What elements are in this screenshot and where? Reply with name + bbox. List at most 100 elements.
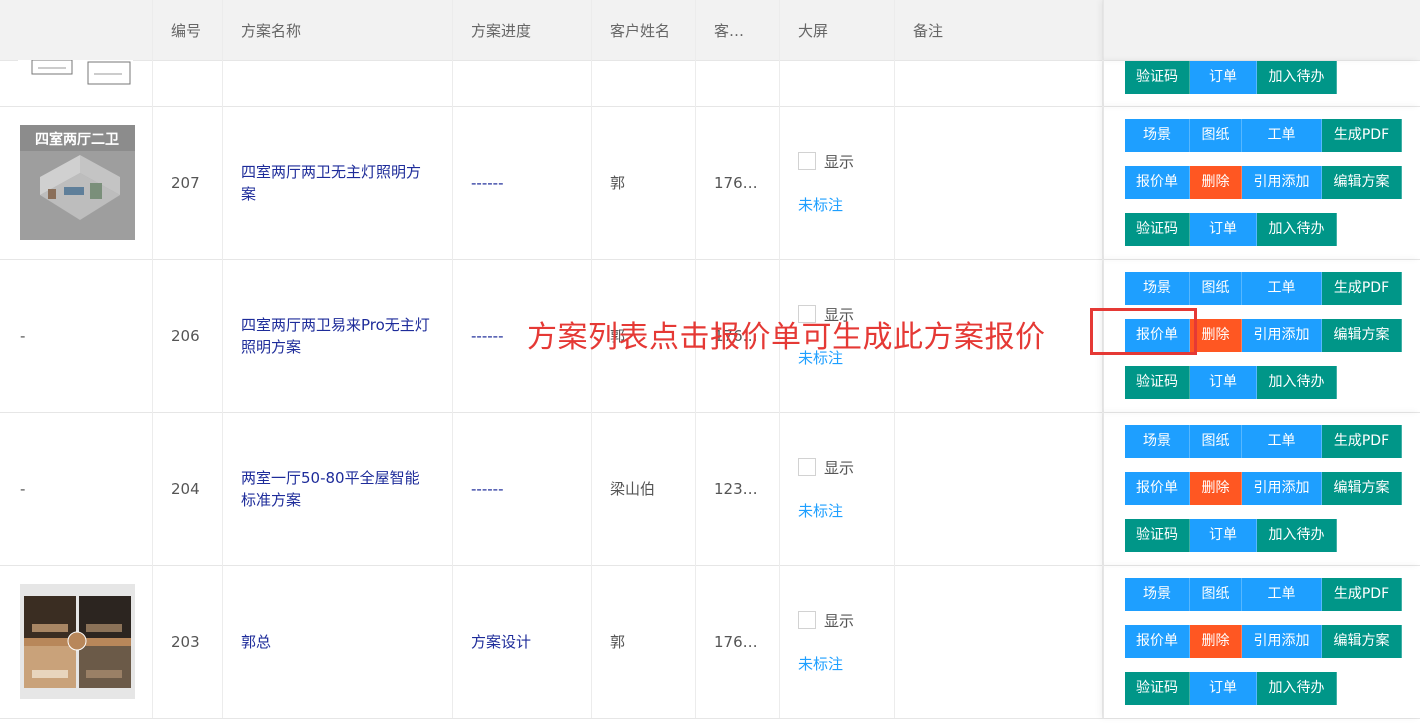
verify-code-button[interactable]: 验证码 [1125, 519, 1190, 552]
plan-id: 203 [153, 565, 223, 718]
scene-button[interactable]: 场景 [1125, 425, 1190, 458]
header-actions [1103, 0, 1420, 60]
plan-progress: ------ [453, 106, 592, 259]
checkbox-icon[interactable] [798, 458, 816, 476]
cite-add-button[interactable]: 引用添加 [1242, 319, 1322, 352]
checkbox-icon[interactable] [798, 152, 816, 170]
plan-id: 204 [153, 412, 223, 565]
delete-button[interactable]: 删除 [1190, 319, 1242, 352]
drawing-button[interactable]: 图纸 [1190, 578, 1242, 611]
work-order-button[interactable]: 工单 [1242, 578, 1322, 611]
scene-button[interactable]: 场景 [1125, 119, 1190, 152]
verify-code-button[interactable]: 验证码 [1125, 366, 1190, 399]
unmarked-link[interactable]: 未标注 [798, 194, 843, 215]
verify-code-button[interactable]: 验证码 [1125, 213, 1190, 246]
big-screen-cell: 显示 未标注 [780, 106, 895, 259]
work-order-button[interactable]: 工单 [1242, 272, 1322, 305]
quote-button[interactable]: 报价单 [1125, 625, 1190, 658]
generate-pdf-button[interactable]: 生成PDF [1322, 578, 1402, 611]
remark-cell [895, 106, 1103, 259]
header-progress[interactable]: 方案进度 [453, 0, 592, 60]
add-todo-button[interactable]: 加入待办 [1257, 672, 1337, 705]
checkbox-icon[interactable] [798, 611, 816, 629]
plan-photo-thumbnail[interactable] [20, 584, 135, 699]
display-checkbox[interactable]: 显示 [798, 151, 854, 172]
no-thumbnail-dash: - [20, 326, 26, 345]
display-checkbox[interactable]: 显示 [798, 457, 854, 478]
plan-name-link[interactable]: 两室一厅50-80平全屋智能标准方案 [223, 412, 453, 565]
customer-phone: 123… [696, 412, 780, 565]
delete-button[interactable]: 删除 [1190, 625, 1242, 658]
drawing-button[interactable]: 图纸 [1190, 425, 1242, 458]
unmarked-link[interactable]: 未标注 [798, 500, 843, 521]
floorplan-thumbnail[interactable] [18, 60, 133, 106]
order-button[interactable]: 订单 [1190, 519, 1257, 552]
plan-progress: ------ [453, 412, 592, 565]
display-checkbox-label: 显示 [824, 152, 855, 171]
big-screen-cell: 显示 未标注 [780, 565, 895, 718]
unmarked-link[interactable]: 未标注 [798, 653, 843, 674]
display-checkbox[interactable]: 显示 [798, 610, 854, 631]
customer-phone: 176… [696, 565, 780, 718]
order-button[interactable]: 订单 [1190, 366, 1257, 399]
generate-pdf-button[interactable]: 生成PDF [1322, 272, 1402, 305]
generate-pdf-button[interactable]: 生成PDF [1322, 425, 1402, 458]
scene-button[interactable]: 场景 [1125, 272, 1190, 305]
order-button[interactable]: 订单 [1190, 672, 1257, 705]
quote-button[interactable]: 报价单 [1125, 166, 1190, 199]
work-order-button[interactable]: 工单 [1242, 119, 1322, 152]
edit-plan-button[interactable]: 编辑方案 [1322, 472, 1402, 505]
customer-name: 郭 [592, 565, 696, 718]
order-button[interactable]: 订单 [1190, 213, 1257, 246]
generate-pdf-button[interactable]: 生成PDF [1322, 119, 1402, 152]
plan-name-link[interactable]: 四室两厅两卫易来Pro无主灯照明方案 [223, 259, 453, 412]
thumbnail-cell: - [0, 259, 153, 412]
plan-name-link[interactable]: 郭总 [223, 565, 453, 718]
verify-code-button[interactable]: 验证码 [1125, 61, 1190, 94]
thumbnail-cell: 四室两厅二卫 [0, 106, 153, 259]
order-button[interactable]: 订单 [1190, 61, 1257, 94]
delete-button[interactable]: 删除 [1190, 472, 1242, 505]
remark-cell [895, 565, 1103, 718]
header-remark[interactable]: 备注 [895, 0, 1103, 60]
display-checkbox-label: 显示 [824, 458, 855, 477]
header-thumbnail [0, 0, 153, 60]
header-id[interactable]: 编号 [153, 0, 223, 60]
customer-name: 郭 [592, 106, 696, 259]
cite-add-button[interactable]: 引用添加 [1242, 472, 1322, 505]
plan-render-thumbnail[interactable]: 四室两厅二卫 [20, 125, 135, 240]
cite-add-button[interactable]: 引用添加 [1242, 166, 1322, 199]
add-todo-button[interactable]: 加入待办 [1257, 61, 1337, 94]
customer-name: 梁山伯 [592, 412, 696, 565]
header-plan-name[interactable]: 方案名称 [223, 0, 453, 60]
thumbnail-caption: 四室两厅二卫 [35, 131, 119, 148]
drawing-button[interactable]: 图纸 [1190, 119, 1242, 152]
thumbnail-cell [0, 565, 153, 718]
add-todo-button[interactable]: 加入待办 [1257, 213, 1337, 246]
scene-button[interactable]: 场景 [1125, 578, 1190, 611]
quote-button[interactable]: 报价单 [1125, 472, 1190, 505]
add-todo-button[interactable]: 加入待办 [1257, 366, 1337, 399]
edit-plan-button[interactable]: 编辑方案 [1322, 166, 1402, 199]
verify-code-button[interactable]: 验证码 [1125, 672, 1190, 705]
cite-add-button[interactable]: 引用添加 [1242, 625, 1322, 658]
table-header: 编号 方案名称 方案进度 客户姓名 客… 大屏 备注 [0, 0, 1420, 61]
edit-plan-button[interactable]: 编辑方案 [1322, 625, 1402, 658]
plan-name-link[interactable]: 四室两厅两卫无主灯照明方案 [223, 106, 453, 259]
edit-plan-button[interactable]: 编辑方案 [1322, 319, 1402, 352]
no-thumbnail-dash: - [20, 479, 26, 498]
work-order-button[interactable]: 工单 [1242, 425, 1322, 458]
plan-id: 207 [153, 106, 223, 259]
add-todo-button[interactable]: 加入待办 [1257, 519, 1337, 552]
big-screen-cell: 显示 未标注 [780, 412, 895, 565]
delete-button[interactable]: 删除 [1190, 166, 1242, 199]
plan-progress: 方案设计 [453, 565, 592, 718]
annotation-highlight-box [1090, 308, 1197, 355]
header-big-screen[interactable]: 大屏 [780, 0, 895, 60]
annotation-text: 方案列表点击报价单可生成此方案报价 [527, 320, 1046, 355]
plan-id: 206 [153, 259, 223, 412]
customer-phone: 176… [696, 106, 780, 259]
drawing-button[interactable]: 图纸 [1190, 272, 1242, 305]
header-customer-name[interactable]: 客户姓名 [592, 0, 696, 60]
header-customer-phone[interactable]: 客… [696, 0, 780, 60]
